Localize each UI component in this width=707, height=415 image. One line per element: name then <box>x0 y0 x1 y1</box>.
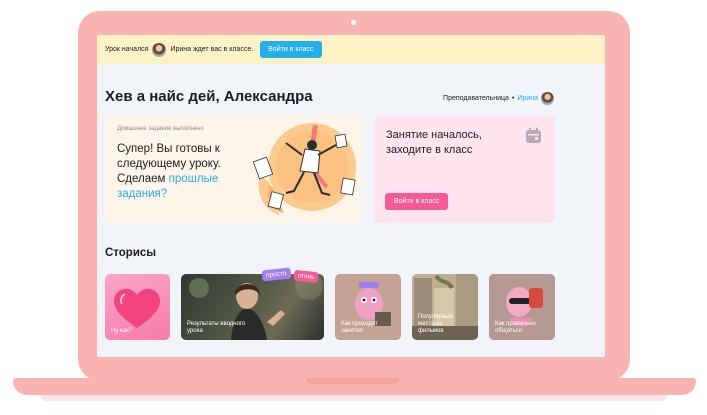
story-card[interactable]: Как проходят занятия <box>335 274 401 340</box>
class-started-card: Занятие началось, заходите в класс Войти… <box>374 115 555 223</box>
story-caption: Как правильно общаться <box>495 321 536 334</box>
teacher-avatar <box>152 42 167 57</box>
class-started-title: Занятие началось, заходите в класс <box>386 129 482 156</box>
story-card[interactable]: Как правильно общаться <box>489 274 555 340</box>
teacher-avatar[interactable] <box>541 92 554 105</box>
homework-card: Домашнее задание выполнено Супер! Вы гот… <box>105 115 363 223</box>
teacher-separator: • <box>511 95 515 102</box>
waiting-text: Ирина ждет вас в классе. <box>170 46 254 53</box>
story-card[interactable]: Результаты вводного урока <box>181 274 324 340</box>
homework-illustration <box>252 123 356 215</box>
story-caption: Ну как? <box>111 328 133 334</box>
calendar-icon <box>526 127 541 143</box>
camera-dot <box>351 20 356 25</box>
app-screen: Урок начался Ирина ждет вас в классе. Во… <box>97 35 605 357</box>
story-caption: Как проходят занятия <box>341 321 378 334</box>
teacher-name-link[interactable]: Ирина <box>517 95 538 102</box>
card-enter-class-button[interactable]: Войти в класс <box>385 193 449 210</box>
laptop-notch <box>306 378 400 384</box>
story-caption: Результаты вводного урока <box>187 321 246 334</box>
laptop-frame: Урок начался Ирина ждет вас в классе. Во… <box>0 0 707 415</box>
lesson-started-text: Урок начался <box>105 46 149 53</box>
story-card[interactable]: Популярные места из фильмов <box>412 274 478 340</box>
story-card[interactable]: Ну как? <box>105 274 170 340</box>
stories-title: Сторисы <box>105 247 157 259</box>
homework-status: Домашнее задание выполнено <box>117 126 204 132</box>
homework-message: Супер! Вы готовы к следующему уроку. Сде… <box>117 142 252 202</box>
teacher-info: Преподавательница • Ирина <box>443 92 554 105</box>
story-caption: Популярные места из фильмов <box>418 314 453 334</box>
teacher-role: Преподавательница <box>443 95 509 102</box>
page-title: Хев а найс дей, Александра <box>105 88 313 105</box>
lesson-banner: Урок начался Ирина ждет вас в классе. Во… <box>97 35 605 64</box>
banner-enter-class-button[interactable]: Войти в класс <box>260 41 322 58</box>
